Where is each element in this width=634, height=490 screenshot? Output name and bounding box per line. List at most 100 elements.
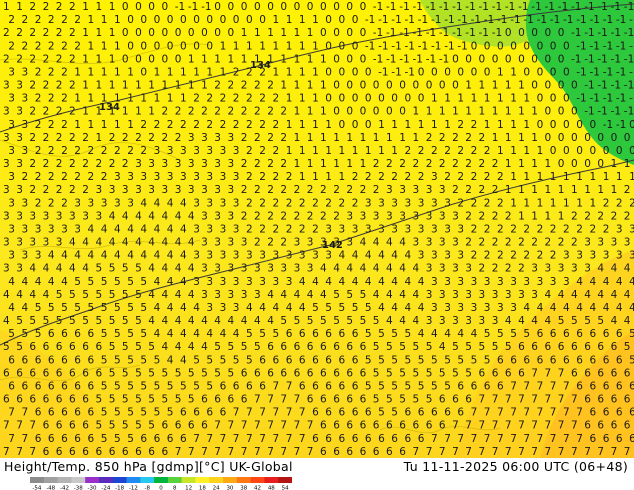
grid-value: 6 [611,341,618,353]
temperature-map[interactable]: 1 1 2 2 2 2 1 1 1 0 0 0 0 -1 -1 -1 0 0 0 0 0 0 0 0 0 0 0 0 -1 -1 -1 -1-… [0,0,634,458]
grid-value: 5 [162,394,169,406]
colorbar-swatch [278,477,292,483]
grid-value: 3 [439,237,446,249]
grid-value: 5 [597,315,604,327]
grid-value: 1 [378,145,385,157]
grid-value: 1 [505,184,512,196]
grid-value: 0 [135,1,142,13]
grid-value: 4 [127,224,134,236]
colorbar-swatch [85,477,100,483]
grid-value: -1 [597,53,607,65]
grid-value: 6 [603,354,610,366]
grid-value: 2 [56,158,63,170]
grid-value: 3 [431,250,438,262]
grid-value: 1 [109,27,116,39]
grid-value: 3 [16,184,23,196]
grid-value: 0 [584,132,591,144]
grid-value: 7 [193,433,200,445]
grid-value: 1 [162,80,169,92]
grid-value: 0 [558,132,565,144]
grid-value: 1 [286,14,293,26]
grid-value: 2 [365,171,372,183]
grid-value: 5 [56,289,63,301]
grid-value: 4 [378,302,385,314]
grid-value: 4 [148,315,155,327]
grid-value: 0 [537,93,544,105]
grid-value: 2 [280,158,287,170]
grid-value: 5 [114,354,121,366]
grid-value: 4 [405,250,412,262]
grid-value: 1 [571,184,578,196]
grid-value: 3 [167,171,174,183]
grid-value: 0 [518,53,525,65]
grid-value: 7 [280,420,287,432]
grid-value: 3 [484,302,491,314]
grid-value: 0 [167,40,174,52]
grid-value: 6 [616,407,623,419]
grid-value: 5 [101,433,108,445]
grid-value: 1 [74,93,81,105]
grid-value: 3 [426,263,433,275]
grid-value: 0 [180,40,187,52]
grid-value: 2 [35,171,42,183]
grid-value: 5 [135,420,142,432]
grid-value: 6 [346,367,353,379]
grid-value: 4 [386,263,393,275]
grid-value: -1 [597,106,607,118]
grid-value: 6 [74,433,81,445]
grid-value: 4 [624,315,631,327]
grid-value: 3 [616,224,623,236]
grid-value: 0 [193,14,200,26]
grid-value: 6 [405,407,412,419]
grid-value: 1 [386,132,393,144]
grid-value: 6 [140,433,147,445]
colorbar-swatch [264,477,279,483]
grid-value: 5 [101,328,108,340]
grid-value: 5 [378,354,385,366]
grid-value: 5 [140,302,147,314]
grid-value: 5 [373,315,380,327]
grid-value: 4 [162,263,169,275]
grid-value: 3 [35,250,42,262]
grid-value: 1 [518,158,525,170]
grid-value: 5 [246,354,253,366]
grid-value: 1 [135,80,142,92]
grid-value: 1 [531,158,538,170]
grid-value: 7 [471,433,478,445]
grid-value: 3 [201,158,208,170]
grid-value: 5 [140,354,147,366]
grid-value: 2 [69,27,76,39]
grid-value: 4 [444,328,451,340]
grid-value: 3 [233,302,240,314]
grid-value: 0 [259,14,266,26]
grid-value: 6 [624,367,631,379]
grid-value: 5 [154,354,161,366]
grid-value: 6 [96,446,103,458]
grid-value: 0 [563,145,570,157]
grid-value: -1 [399,27,409,39]
grid-value: 7 [273,407,280,419]
grid-value: 6 [16,367,23,379]
grid-value: 3 [431,224,438,236]
grid-value: 3 [16,106,23,118]
grid-value: 0 [629,119,634,131]
grid-value: 2 [61,119,68,131]
grid-value: 2 [465,184,472,196]
grid-value: 1 [497,93,504,105]
grid-value: 2 [35,197,42,209]
grid-value: 7 [531,394,538,406]
grid-value: 6 [162,420,169,432]
grid-value: 3 [22,197,29,209]
grid-value: 6 [312,381,319,393]
grid-value: 3 [439,263,446,275]
grid-value: 5 [135,341,142,353]
grid-value: 4 [576,302,583,314]
grid-value: 0 [333,53,340,65]
grid-value: 4 [167,328,174,340]
grid-value: 5 [629,328,634,340]
grid-value: 4 [616,302,623,314]
grid-value: 2 [246,145,253,157]
grid-value: 5 [206,354,213,366]
grid-value: 5 [254,341,261,353]
grid-value: 6 [333,446,340,458]
